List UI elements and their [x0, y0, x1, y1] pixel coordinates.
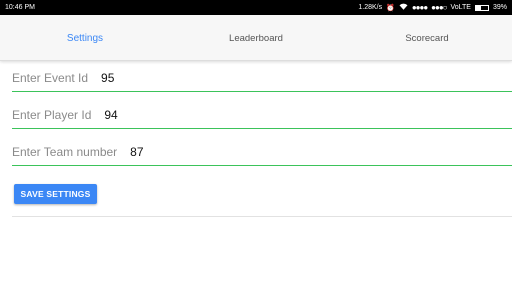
- player-id-value[interactable]: 94: [104, 108, 117, 122]
- tab-leaderboard[interactable]: Leaderboard: [171, 15, 341, 61]
- carrier-label: VoLTE: [450, 4, 471, 11]
- team-number-label: Enter Team number: [12, 144, 118, 159]
- status-bar: 10:46 PM 1.28K/s ⏰ ●●●● ●●●○ VoLTE 39%: [0, 0, 512, 15]
- team-number-value[interactable]: 87: [130, 145, 143, 159]
- signal-strength-1: ●●●●: [411, 3, 428, 12]
- team-number-field[interactable]: Enter Team number 87: [12, 138, 512, 166]
- player-id-label: Enter Player Id: [12, 107, 92, 122]
- tab-settings[interactable]: Settings: [0, 15, 170, 61]
- status-right: 1.28K/s ⏰ ●●●● ●●●○ VoLTE 39%: [358, 3, 507, 12]
- divider: [12, 216, 512, 217]
- net-speed: 1.28K/s: [358, 4, 383, 11]
- wifi-icon: [399, 3, 408, 12]
- event-id-field[interactable]: Enter Event Id 95: [12, 64, 512, 92]
- battery-icon: [474, 4, 489, 11]
- status-time: 10:46 PM: [5, 4, 35, 11]
- event-id-value[interactable]: 95: [101, 71, 114, 85]
- tab-bar: Settings Leaderboard Scorecard: [0, 15, 512, 61]
- tab-scorecard[interactable]: Scorecard: [342, 15, 512, 61]
- alarm-icon: ⏰: [386, 4, 395, 12]
- event-id-label: Enter Event Id: [12, 70, 89, 85]
- player-id-field[interactable]: Enter Player Id 94: [12, 101, 512, 129]
- battery-percent: 39%: [492, 4, 507, 11]
- signal-strength-2: ●●●○: [431, 3, 447, 12]
- save-settings-button[interactable]: SAVE SETTINGS: [14, 184, 97, 204]
